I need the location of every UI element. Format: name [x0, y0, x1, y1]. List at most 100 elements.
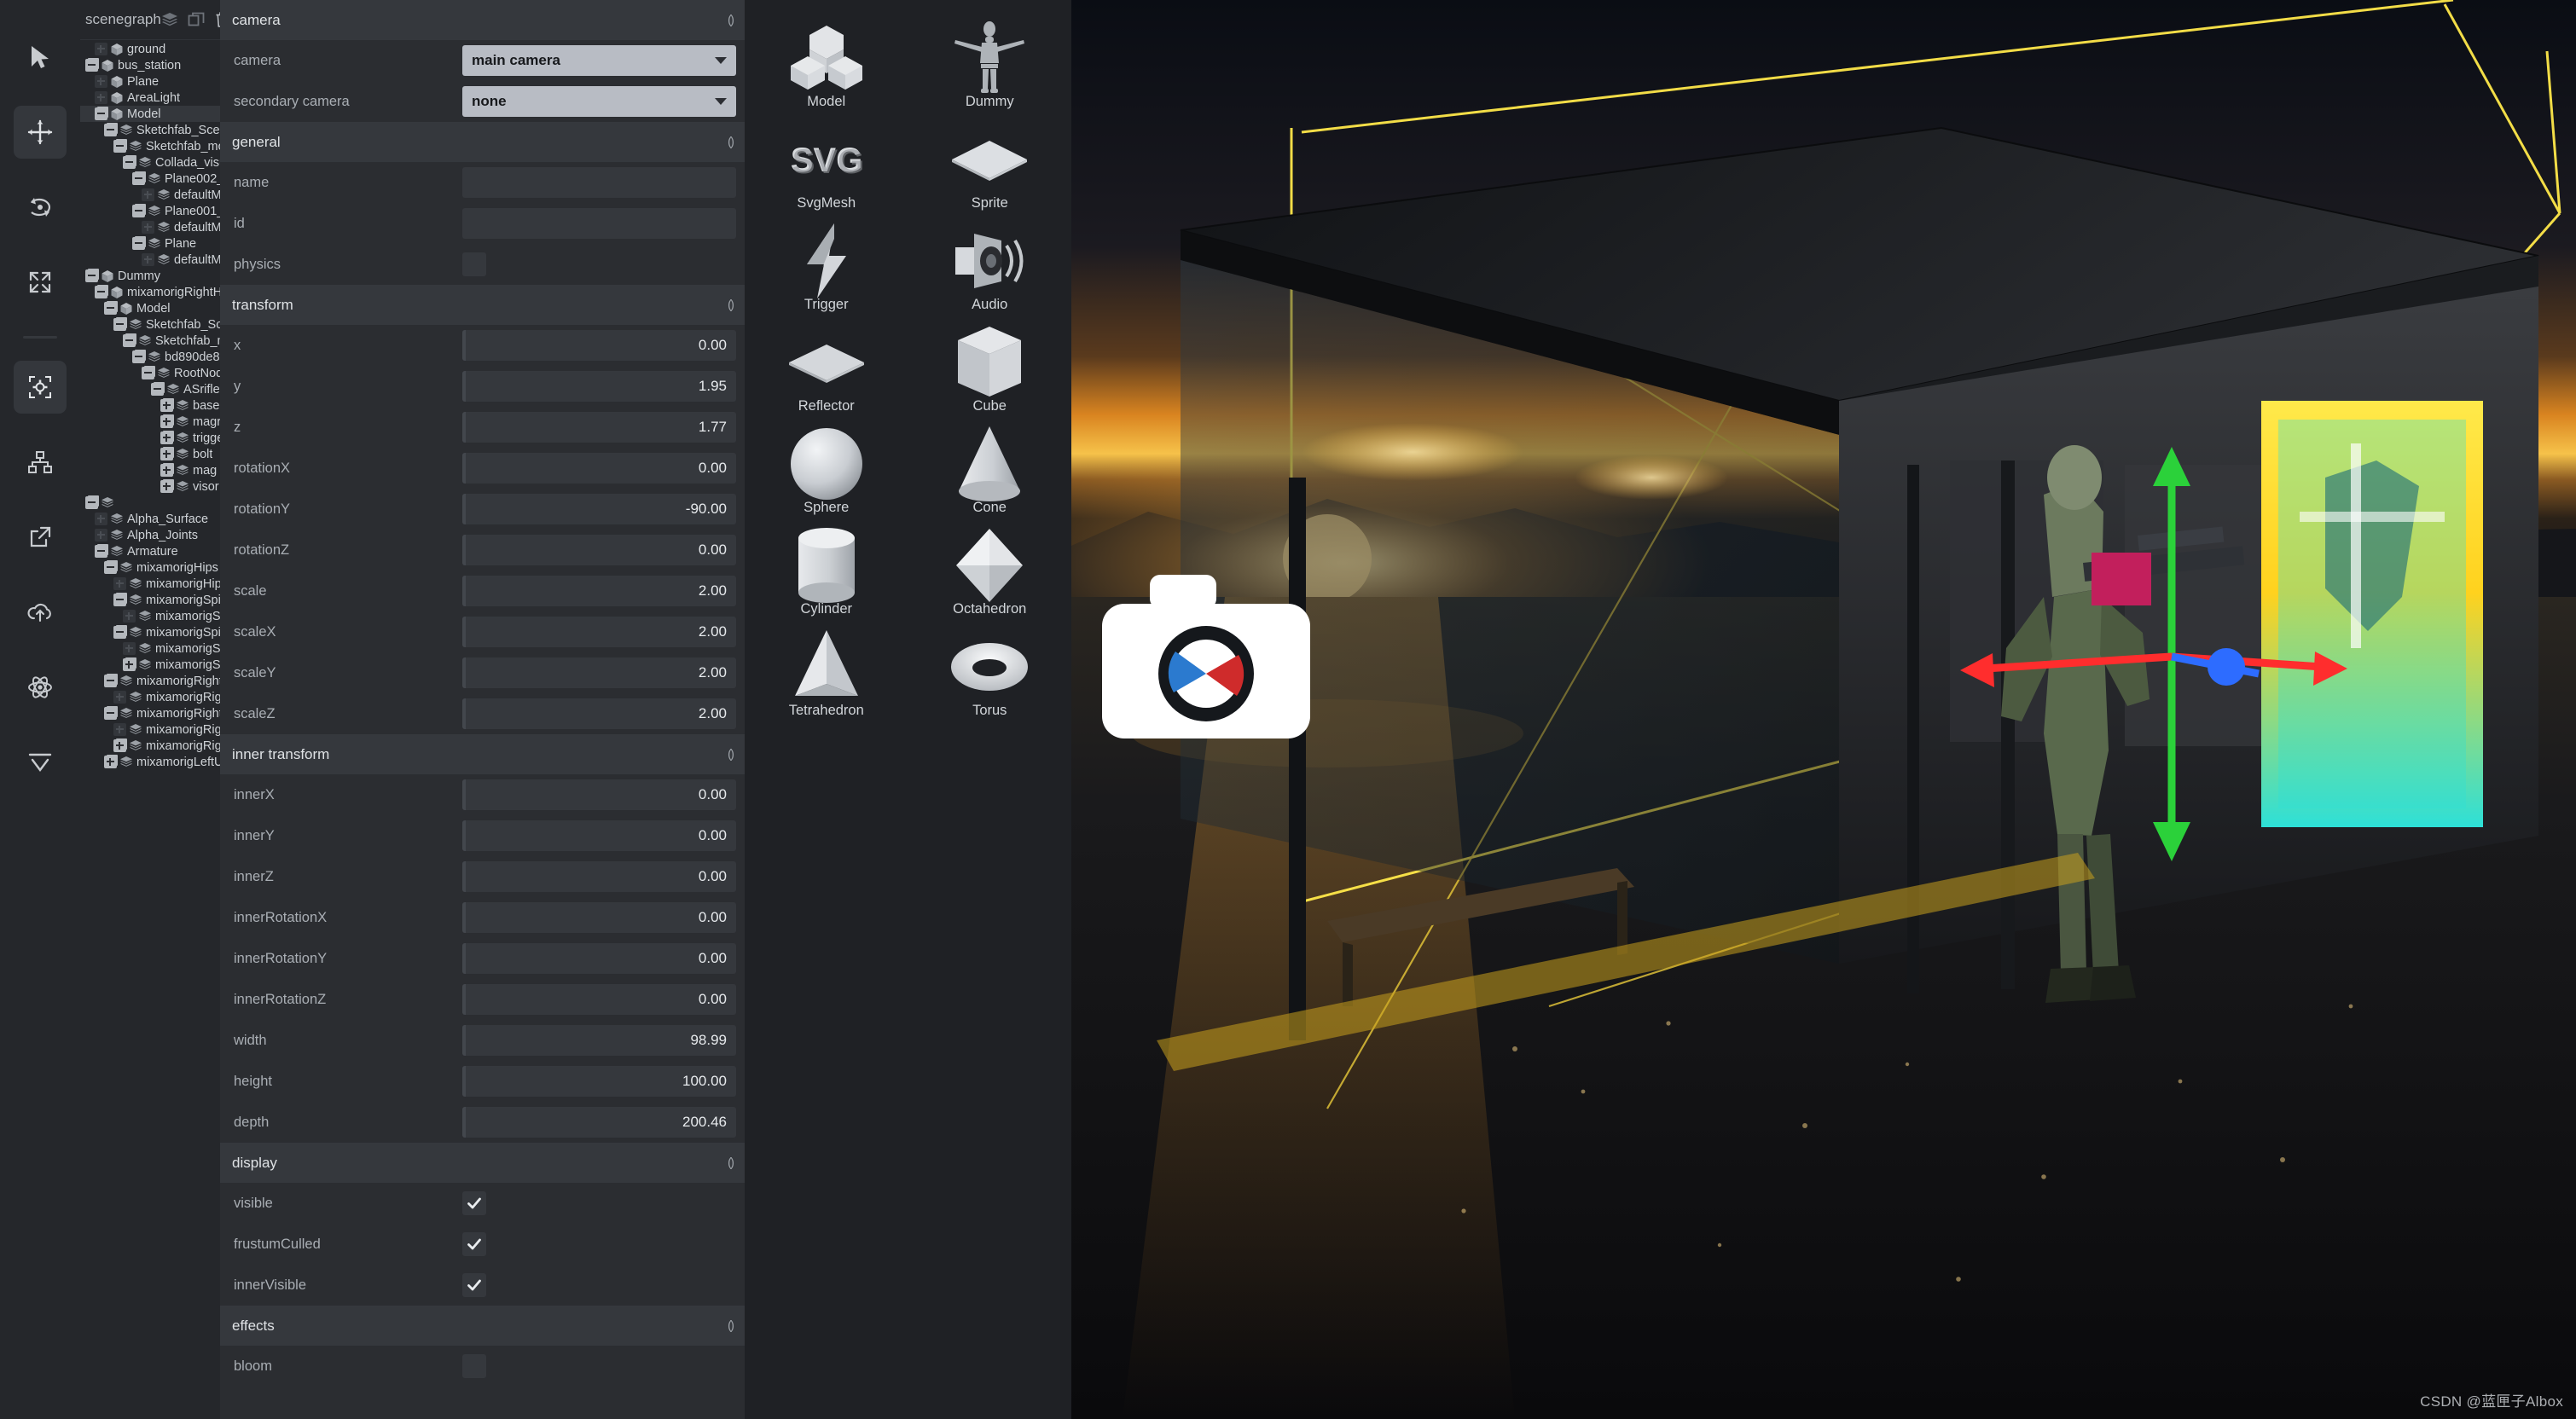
object-palette[interactable]: Model Dummy SVG SVG SvgMesh Sprite Trigger Audi… — [745, 0, 1071, 1419]
select-tool[interactable] — [14, 31, 67, 84]
scenegraph-node[interactable]: base — [80, 397, 220, 414]
scenegraph-node[interactable]: mixamorigSpine — [80, 592, 220, 608]
rotate-tool[interactable] — [14, 181, 67, 234]
collapse-toggle-icon[interactable] — [132, 350, 145, 363]
palette-item[interactable]: Dummy — [908, 19, 1072, 120]
property-number-input[interactable]: 1.77 — [462, 412, 736, 443]
collapse-toggle-icon[interactable] — [104, 707, 117, 720]
property-number-input[interactable]: 0.00 — [462, 984, 736, 1015]
property-number-input[interactable]: 100.00 — [462, 1066, 736, 1097]
hierarchy-tool[interactable] — [14, 436, 67, 489]
scenegraph-node[interactable]: trigger — [80, 430, 220, 446]
section-header-general[interactable]: general () — [220, 122, 745, 162]
layers-icon[interactable] — [161, 11, 178, 28]
scenegraph-node[interactable]: mixamorigRightUpL — [80, 673, 220, 689]
scenegraph-node[interactable]: mixamorigSpine — [80, 640, 220, 657]
property-checkbox[interactable] — [462, 252, 486, 276]
scenegraph-node[interactable]: mixamorigRightF — [80, 738, 220, 754]
collapse-toggle-icon[interactable] — [104, 675, 117, 687]
property-number-input[interactable]: 0.00 — [462, 453, 736, 484]
palette-item[interactable]: SVG SVG SvgMesh — [745, 120, 908, 222]
scenegraph-node[interactable]: ground — [80, 41, 220, 57]
property-text-input[interactable] — [462, 167, 736, 198]
expand-toggle-icon[interactable] — [113, 739, 126, 752]
viewport-3d[interactable]: CSDN @蓝匣子Albox — [1071, 0, 2576, 1419]
collapse-toggle-icon[interactable] — [95, 545, 107, 558]
property-checkbox[interactable] — [462, 1191, 486, 1215]
move-tool[interactable] — [14, 106, 67, 159]
scenegraph-node[interactable]: Sketchfab_model — [80, 333, 220, 349]
physics-tool[interactable] — [14, 661, 67, 714]
section-collapse-grip-icon[interactable]: () — [728, 298, 734, 312]
property-number-input[interactable]: 0.00 — [462, 943, 736, 974]
collapse-toggle-icon[interactable] — [104, 561, 117, 574]
collapse-toggle-icon[interactable] — [113, 594, 126, 606]
section-header-display[interactable]: display () — [220, 1143, 745, 1183]
scenegraph-node[interactable]: Model — [80, 106, 220, 122]
palette-item[interactable]: Audio — [908, 222, 1072, 323]
scenegraph-node[interactable]: Plane — [80, 235, 220, 252]
property-checkbox[interactable] — [462, 1273, 486, 1297]
scenegraph-node[interactable]: magrelease — [80, 414, 220, 430]
collapse-toggle-icon[interactable] — [132, 205, 145, 217]
property-number-input[interactable]: 2.00 — [462, 617, 736, 647]
scenegraph-node[interactable]: defaultMaterial — [80, 187, 220, 203]
scenegraph-node[interactable]: mixamorigRightHand — [80, 284, 220, 300]
property-number-input[interactable]: 0.00 — [462, 861, 736, 892]
export-tool[interactable] — [14, 511, 67, 564]
section-header-camera[interactable]: camera () — [220, 0, 745, 40]
property-number-input[interactable]: 0.00 — [462, 902, 736, 933]
scenegraph-node[interactable]: Alpha_Surface — [80, 511, 220, 527]
collapse-toggle-icon[interactable] — [95, 286, 107, 298]
property-number-input[interactable]: 1.95 — [462, 371, 736, 402]
upload-tool[interactable] — [14, 586, 67, 639]
scale-tool[interactable] — [14, 256, 67, 309]
section-header-transform[interactable]: transform () — [220, 285, 745, 325]
scenegraph-node[interactable]: defaultMaterial_ — [80, 219, 220, 235]
scenegraph-node[interactable]: Plane001_Plane00 — [80, 203, 220, 219]
section-header-effects[interactable]: effects () — [220, 1306, 745, 1346]
property-number-input[interactable]: 200.46 — [462, 1107, 736, 1138]
collapse-toggle-icon[interactable] — [132, 237, 145, 250]
palette-item[interactable]: Cone — [908, 425, 1072, 526]
palette-item[interactable]: Cylinder — [745, 526, 908, 628]
palette-item[interactable]: Reflector — [745, 323, 908, 425]
scenegraph-node[interactable]: AreaLight — [80, 90, 220, 106]
property-number-input[interactable]: 98.99 — [462, 1025, 736, 1056]
scenegraph-node[interactable]: Plane002_Plane00 — [80, 171, 220, 187]
property-checkbox[interactable] — [462, 1354, 486, 1378]
scenegraph-node[interactable]: mixamorigSpine — [80, 608, 220, 624]
property-text-input[interactable] — [462, 208, 736, 239]
scenegraph-node[interactable]: Sketchfab_Scene — [80, 316, 220, 333]
expand-toggle-icon[interactable] — [160, 431, 173, 444]
section-collapse-grip-icon[interactable]: () — [728, 747, 734, 762]
collapse-toggle-icon[interactable] — [95, 107, 107, 120]
collapse-toggle-icon[interactable] — [104, 124, 117, 136]
section-header-inner-transform[interactable]: inner transform () — [220, 734, 745, 774]
property-select[interactable]: main camera — [462, 45, 736, 76]
collapse-toggle-icon[interactable] — [123, 156, 136, 169]
duplicate-icon[interactable] — [188, 11, 205, 28]
property-number-input[interactable]: 0.00 — [462, 330, 736, 361]
palette-item[interactable]: Tetrahedron — [745, 628, 908, 729]
collapse-toggle-icon[interactable] — [85, 496, 98, 509]
section-collapse-grip-icon[interactable]: () — [728, 13, 734, 27]
property-number-input[interactable]: 0.00 — [462, 779, 736, 810]
section-collapse-grip-icon[interactable]: () — [728, 135, 734, 149]
scenegraph-node[interactable]: RootNode — [80, 365, 220, 381]
scenegraph-node[interactable]: bolt — [80, 446, 220, 462]
scenegraph-node[interactable]: mixamorigRightLe — [80, 705, 220, 721]
expand-toggle-icon[interactable] — [160, 464, 173, 477]
scenegraph-node[interactable]: mixamorigHips — [80, 576, 220, 592]
logo-tool[interactable] — [14, 736, 67, 789]
palette-item[interactable]: Sprite — [908, 120, 1072, 222]
palette-item[interactable]: Octahedron — [908, 526, 1072, 628]
expand-toggle-icon[interactable] — [160, 448, 173, 460]
scenegraph-node[interactable]: Collada_visual_sce — [80, 154, 220, 171]
collapse-toggle-icon[interactable] — [104, 302, 117, 315]
collapse-toggle-icon[interactable] — [85, 59, 98, 72]
scenegraph-node[interactable]: Dummy — [80, 268, 220, 284]
palette-item[interactable]: Trigger — [745, 222, 908, 323]
scenegraph-node[interactable]: Model — [80, 300, 220, 316]
collapse-toggle-icon[interactable] — [113, 140, 126, 153]
